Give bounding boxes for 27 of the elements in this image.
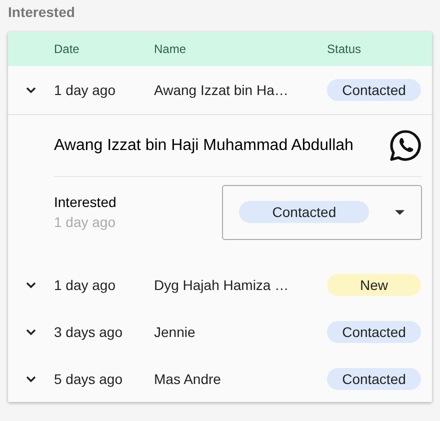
chevron-icon[interactable] <box>25 86 37 94</box>
name-cell: Awang Izzat bin Ha… <box>154 82 288 98</box>
name-cell: Jennie <box>154 324 196 340</box>
column-header: Date <box>54 42 80 56</box>
name-cell: Dyg Hajah Hamiza … <box>154 276 289 292</box>
full-name: Awang Izzat bin Haji Muhammad Abdullah <box>54 136 354 154</box>
status-tag: Contacted <box>327 320 421 342</box>
status-tag: Contacted <box>327 79 421 101</box>
chevron-icon[interactable] <box>25 328 37 336</box>
caret-icon <box>395 210 405 214</box>
status-dropdown[interactable]: Contacted <box>222 184 422 240</box>
date-cell: 1 day ago <box>54 82 116 98</box>
date-cell: 3 days ago <box>54 324 122 340</box>
whatsapp-icon[interactable] <box>389 129 422 162</box>
column-header: Name <box>154 42 186 56</box>
section-title: Interested <box>8 3 75 22</box>
status-tag: Contacted <box>239 201 370 223</box>
chevron-icon[interactable] <box>25 374 37 382</box>
stage-time: 1 day ago <box>54 214 116 230</box>
date-cell: 5 days ago <box>54 370 122 386</box>
status-tag: Contacted <box>327 368 421 390</box>
chevron-icon[interactable] <box>25 280 37 288</box>
column-header: Status <box>327 42 362 56</box>
status-tag: New <box>327 274 421 296</box>
name-cell: Mas Andre <box>154 370 221 386</box>
date-cell: 1 day ago <box>54 276 116 292</box>
stage-label: Interested <box>54 194 116 210</box>
